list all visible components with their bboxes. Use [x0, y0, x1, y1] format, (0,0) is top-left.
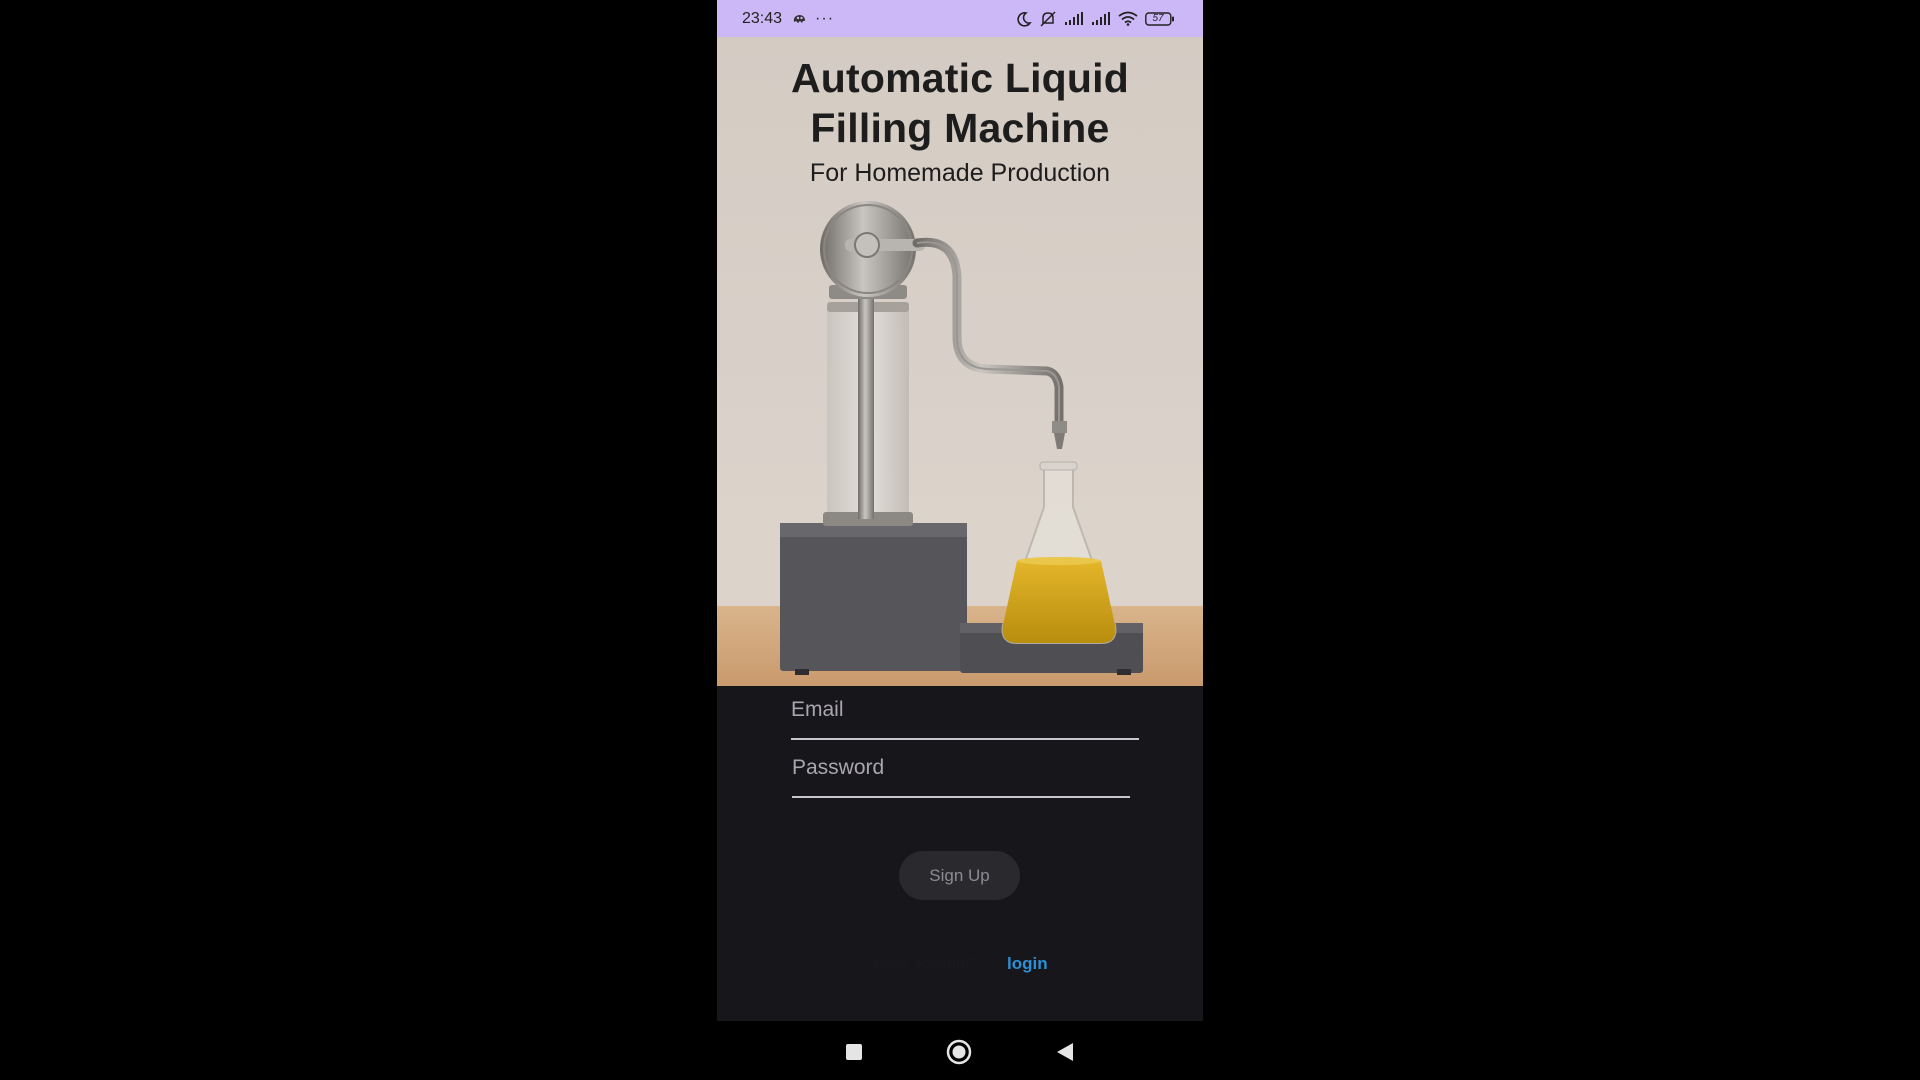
recents-square-icon[interactable] — [845, 1043, 863, 1066]
email-placeholder: Email — [791, 698, 844, 721]
login-link[interactable]: login — [1007, 954, 1048, 974]
battery-level: 57 — [1152, 12, 1164, 24]
signup-form: Email Password Sign Up have account? log… — [717, 686, 1203, 1021]
have-account-text: have account? — [874, 955, 979, 972]
hero-title: Automatic Liquid Filling Machine — [717, 53, 1203, 153]
back-triangle-icon[interactable] — [1056, 1042, 1074, 1067]
hero-banner: Automatic Liquid Filling Machine For Hom… — [717, 37, 1203, 686]
sign-up-button[interactable]: Sign Up — [899, 851, 1020, 900]
password-field[interactable]: Password — [792, 756, 1130, 798]
hero-title-line-1: Automatic Liquid — [790, 55, 1129, 101]
phone-screen: 23:43 ··· 57 Automatic Liquid Filling Ma… — [717, 0, 1203, 1080]
password-placeholder: Password — [792, 756, 885, 779]
hero-title-line-2: Filling Machine — [810, 105, 1110, 151]
more-notifications-icon: ··· — [815, 9, 835, 27]
do-not-disturb-moon-icon — [1016, 11, 1032, 27]
signal-strength-icon-2 — [1091, 11, 1111, 26]
email-underline — [791, 738, 1139, 740]
battery-icon: 57 — [1145, 11, 1175, 26]
status-bar: 23:43 ··· 57 — [717, 0, 1203, 37]
email-field[interactable]: Email — [791, 698, 1139, 740]
hero-subtitle: For Homemade Production — [809, 159, 1111, 187]
home-circle-icon[interactable] — [946, 1039, 972, 1070]
muted-bell-icon — [1039, 10, 1057, 27]
navigation-bar — [717, 1021, 1203, 1080]
status-time: 23:43 — [742, 9, 783, 27]
wifi-icon — [1118, 11, 1138, 26]
signal-strength-icon-1 — [1064, 11, 1084, 26]
password-underline — [792, 796, 1130, 798]
app-notification-icon — [792, 12, 807, 25]
